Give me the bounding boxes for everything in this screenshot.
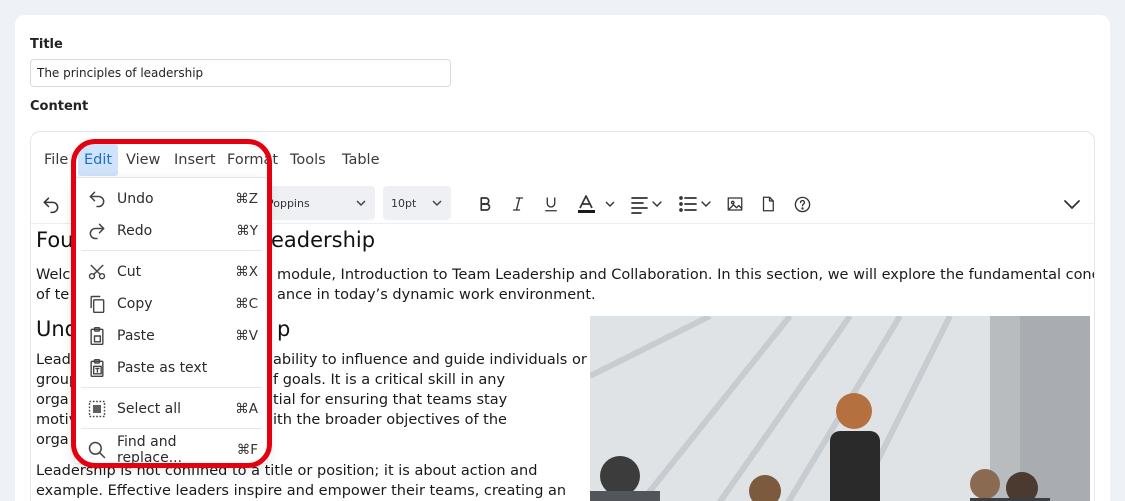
menu-item-label: Copy [117,296,153,312]
menu-item-undo[interactable]: Undo ⌘Z [75,184,267,214]
menu-separator [81,428,261,429]
para1-right-line: ability to influence and guide individua… [273,352,587,368]
leadership-photo [590,316,1090,501]
menu-item-label: Undo [117,191,154,207]
menu-item-paste[interactable]: Paste ⌘V [75,321,267,351]
menu-table[interactable]: Table [336,144,386,176]
menu-item-label: Find and replace... [117,434,183,466]
edit-menu-dropdown: Undo ⌘Z Redo ⌘Y Cut ⌘X Copy ⌘C Paste ⌘V … [74,177,268,466]
menu-item-shortcut: ⌘C [235,296,258,312]
menu-view[interactable]: View [120,144,166,176]
menu-item-paste-as-text[interactable]: Paste as text [75,353,267,383]
search-icon [85,438,109,462]
content-label: Content [30,99,89,114]
para1-right-line: ith the broader objectives of the [273,412,507,428]
bold-icon [480,197,491,211]
para1-right-line: f goals. It is a critical skill in any [273,372,506,388]
copy-icon [85,292,109,316]
paste-text-icon [85,356,109,380]
chevron-down-icon [432,200,442,207]
menu-item-shortcut: ⌘V [235,328,258,344]
heading-left: Fou [36,228,74,252]
align-button[interactable] [627,184,667,224]
undo-icon [43,197,59,214]
para1-left-line: Lead [36,352,71,368]
title-input[interactable] [30,59,451,87]
intro-line1-right: module, Introduction to Team Leadership … [277,267,1095,283]
menu-item-shortcut: ⌘X [235,264,258,280]
select-all-icon [85,397,109,421]
menu-item-shortcut: ⌘Z [235,191,258,207]
cut-icon [85,260,109,284]
menu-file[interactable]: File [38,144,74,176]
align-icon [631,197,662,214]
menu-item-shortcut: ⌘F [236,442,258,458]
toolbar-undo-button[interactable] [37,184,65,224]
text-color-icon [578,195,615,213]
chevron-down-icon [356,200,366,207]
intro-line1-left: Welc [36,267,71,283]
menu-item-find-replace[interactable]: Find and replace... ⌘F [75,434,267,466]
more-icon [1064,200,1080,210]
menu-tools[interactable]: Tools [284,144,332,176]
document-icon [762,196,774,212]
font-size-value: 10pt [391,196,417,210]
image-icon [727,197,743,211]
menu-format[interactable]: Format [221,144,284,176]
para1-left-line: motiv [36,412,78,428]
para1-left-line: orga [36,392,69,408]
menu-separator [81,250,261,251]
underline-icon [545,197,557,212]
font-family-select[interactable]: Poppins [259,186,375,220]
para1-right-line: tial for ensuring that teams stay [273,392,508,408]
menu-item-shortcut: ⌘A [235,401,258,417]
para1-left-line: group [36,372,79,388]
menu-item-copy[interactable]: Copy ⌘C [75,289,267,319]
bold-button[interactable] [472,184,498,224]
intro-line2-left: of te [36,287,70,303]
undo-icon [85,187,109,211]
menu-separator [81,387,261,388]
intro-line2-right: ance in today’s dynamic work environment… [277,287,596,303]
list-icon [679,196,711,212]
help-button[interactable] [789,184,815,224]
heading-right: eadership [271,228,376,252]
font-family-value: Poppins [267,196,310,210]
menu-item-label: Paste [117,328,155,344]
paste-icon [85,324,109,348]
para2-line: example. Effective leaders inspire and e… [36,483,567,499]
italic-icon [512,197,524,211]
title-label: Title [30,37,63,52]
menu-item-label: Paste as text [117,360,208,376]
font-size-select[interactable]: 10pt [383,186,451,220]
insert-image-button[interactable] [723,184,747,224]
document-button[interactable] [756,184,780,224]
para1-left-line: orga [36,432,69,448]
menu-edit[interactable]: Edit [78,144,119,176]
subheading-right: p [277,317,291,341]
menu-item-cut[interactable]: Cut ⌘X [75,257,267,287]
editor-menubar: File Edit View Insert Format Tools Table [31,144,1094,176]
menu-item-label: Redo [117,223,153,239]
menu-insert[interactable]: Insert [168,144,222,176]
more-toolbar-button[interactable] [1059,184,1085,224]
menu-item-label: Select all [117,401,181,417]
list-button[interactable] [675,184,715,224]
help-icon [794,196,810,212]
menu-item-redo[interactable]: Redo ⌘Y [75,216,267,246]
redo-icon [85,219,109,243]
italic-button[interactable] [505,184,531,224]
menu-item-select-all[interactable]: Select all ⌘A [75,394,267,424]
text-color-button[interactable] [574,184,618,224]
subheading-left: Und [36,317,79,341]
menu-item-shortcut: ⌘Y [236,223,258,239]
menu-item-label: Cut [117,264,142,280]
underline-button[interactable] [538,184,564,224]
